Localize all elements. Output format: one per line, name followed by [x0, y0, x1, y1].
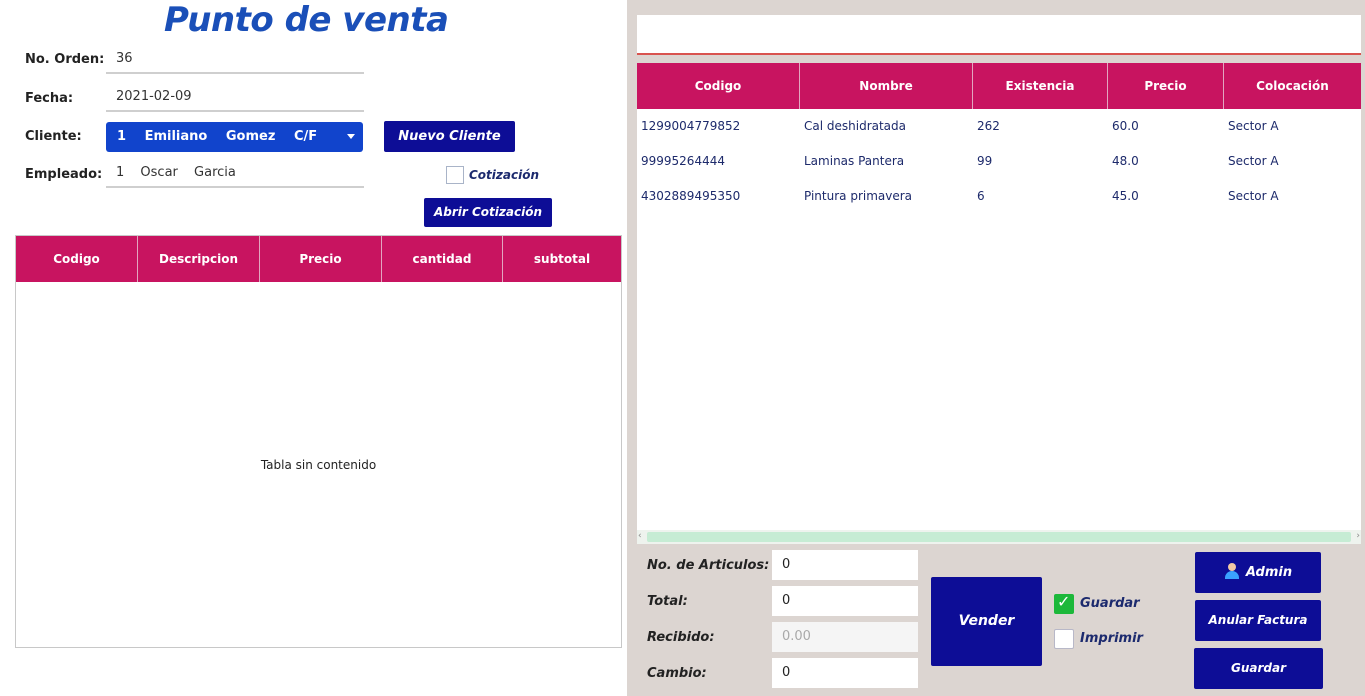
anular-factura-button[interactable]: Anular Factura [1195, 600, 1321, 641]
scroll-left-icon[interactable]: ‹ [638, 531, 642, 541]
articulos-label: No. de Articulos: [647, 558, 770, 573]
guardar-checkbox[interactable] [1054, 592, 1074, 614]
cell-precio: 45.0 [1112, 189, 1139, 203]
cliente-nit: C/F [293, 129, 318, 144]
search-input[interactable] [637, 15, 1361, 55]
nuevo-cliente-button[interactable]: Nuevo Cliente [384, 121, 515, 152]
horizontal-scrollbar[interactable]: ‹ › [637, 530, 1361, 544]
table-row[interactable]: 99995264444 Laminas Pantera 99 48.0 Sect… [637, 144, 1361, 179]
cliente-select[interactable]: 1 Emiliano Gomez C/F [106, 122, 363, 152]
cotizacion-label: Cotización [469, 168, 539, 182]
cell-codigo: 1299004779852 [641, 119, 741, 133]
empleado-label: Empleado: [25, 167, 103, 182]
cell-colocacion: Sector A [1228, 119, 1279, 133]
products-col-colocacion[interactable]: Colocación [1224, 63, 1361, 109]
guardar-label: Guardar [1080, 596, 1140, 611]
cell-nombre: Pintura primavera [804, 189, 913, 203]
admin-label: Admin [1245, 565, 1293, 580]
cell-codigo: 99995264444 [641, 154, 725, 168]
cart-col-subtotal[interactable]: subtotal [503, 236, 621, 282]
orden-field[interactable]: 36 [106, 48, 364, 74]
products-table-header: Codigo Nombre Existencia Precio Colocaci… [637, 63, 1361, 109]
cart-table-header: Codigo Descripcion Precio cantidad subto… [16, 236, 621, 282]
empleado-field: 1 Oscar Garcia [106, 162, 364, 188]
cambio-field[interactable]: 0 [772, 658, 918, 688]
recibido-label: Recibido: [647, 630, 715, 645]
cart-table: Codigo Descripcion Precio cantidad subto… [15, 235, 622, 648]
products-col-nombre[interactable]: Nombre [800, 63, 973, 109]
pos-window: Punto de venta No. Orden: 36 Fecha: 2021… [0, 0, 1365, 696]
articulos-field[interactable]: 0 [772, 550, 918, 580]
products-table: Codigo Nombre Existencia Precio Colocaci… [637, 63, 1361, 544]
cliente-apellido: Gomez [225, 129, 276, 144]
cell-precio: 48.0 [1112, 154, 1139, 168]
recibido-field[interactable]: 0.00 [772, 622, 918, 652]
cliente-id: 1 [117, 129, 127, 144]
page-title: Punto de venta [164, 0, 449, 40]
empleado-id: 1 [116, 165, 125, 180]
admin-button[interactable]: Admin [1195, 552, 1321, 593]
guardar-cotizacion-button[interactable]: Guardar Cotizacion [1194, 648, 1323, 689]
orden-label: No. Orden: [25, 52, 105, 67]
products-col-existencia[interactable]: Existencia [973, 63, 1108, 109]
imprimir-label: Imprimir [1080, 631, 1143, 646]
scroll-right-icon[interactable]: › [1356, 531, 1360, 541]
empleado-nombre: Oscar [140, 165, 178, 180]
cotizacion-checkbox[interactable] [446, 166, 464, 184]
products-panel: Codigo Nombre Existencia Precio Colocaci… [627, 0, 1365, 696]
scrollbar-thumb[interactable] [647, 532, 1351, 542]
products-col-codigo[interactable]: Codigo [637, 63, 800, 109]
fecha-label: Fecha: [25, 91, 74, 106]
vender-button[interactable]: Vender [931, 577, 1042, 666]
abrir-cotizacion-button[interactable]: Abrir Cotización [424, 198, 552, 227]
table-row[interactable]: 4302889495350 Pintura primavera 6 45.0 S… [637, 179, 1361, 214]
cart-col-cantidad[interactable]: cantidad [382, 236, 503, 282]
products-col-precio[interactable]: Precio [1108, 63, 1224, 109]
table-row[interactable]: 1299004779852 Cal deshidratada 262 60.0 … [637, 109, 1361, 144]
imprimir-checkbox[interactable] [1054, 629, 1074, 649]
cart-col-precio[interactable]: Precio [260, 236, 382, 282]
empleado-apellido: Garcia [194, 165, 236, 180]
cell-existencia: 99 [977, 154, 993, 168]
cell-colocacion: Sector A [1228, 154, 1279, 168]
cell-codigo: 4302889495350 [641, 189, 741, 203]
chevron-down-icon [347, 134, 355, 139]
cell-precio: 60.0 [1112, 119, 1139, 133]
cart-col-descripcion[interactable]: Descripcion [138, 236, 260, 282]
empty-table-message: Tabla sin contenido [260, 458, 377, 472]
cell-nombre: Cal deshidratada [804, 119, 907, 133]
cliente-label: Cliente: [25, 129, 82, 144]
total-field[interactable]: 0 [772, 586, 918, 616]
cart-col-codigo[interactable]: Codigo [16, 236, 138, 282]
cell-nombre: Laminas Pantera [804, 154, 905, 168]
cell-existencia: 262 [977, 119, 1000, 133]
fecha-field[interactable]: 2021-02-09 [106, 86, 364, 112]
user-icon [1224, 563, 1240, 579]
total-label: Total: [647, 594, 688, 609]
order-panel: Punto de venta No. Orden: 36 Fecha: 2021… [0, 0, 627, 696]
cliente-nombre: Emiliano [144, 129, 208, 144]
cambio-label: Cambio: [647, 666, 707, 681]
cell-existencia: 6 [977, 189, 985, 203]
cell-colocacion: Sector A [1228, 189, 1279, 203]
